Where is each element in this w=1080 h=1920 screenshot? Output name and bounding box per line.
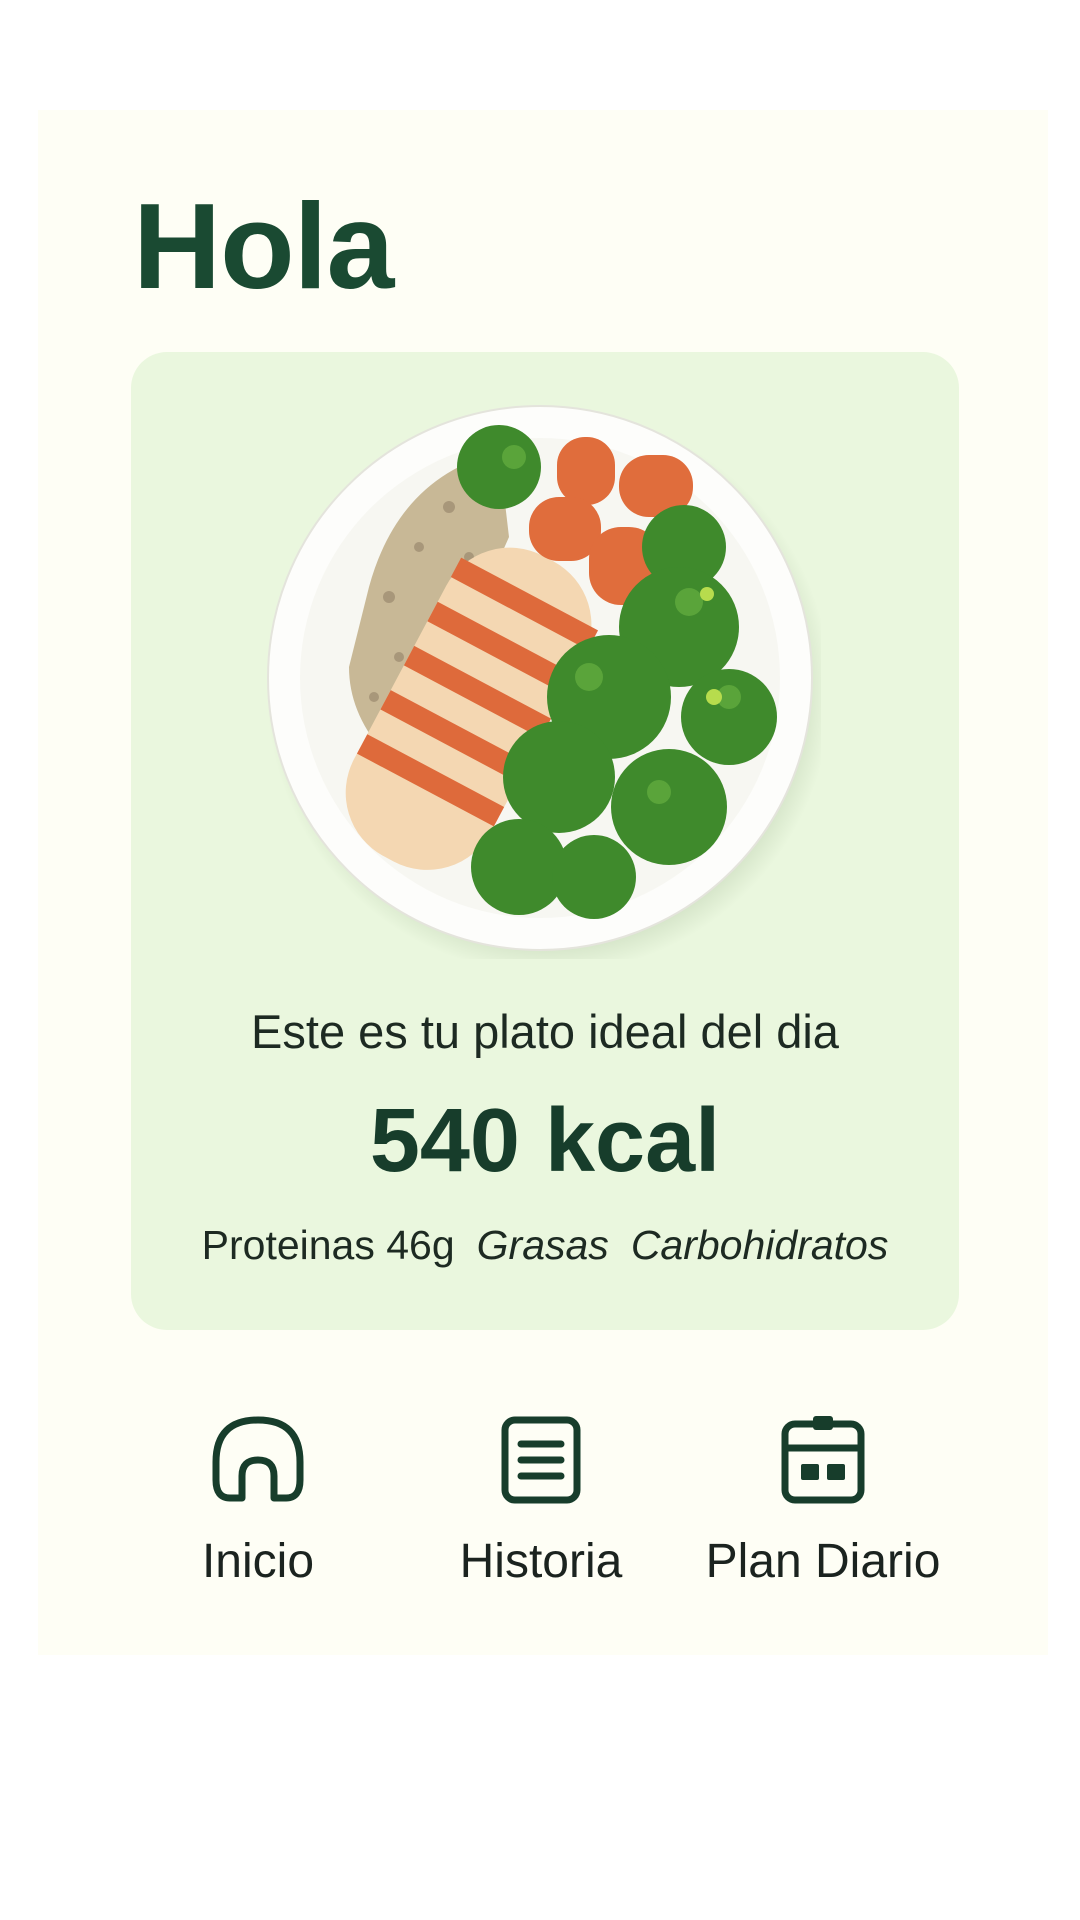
nav-label-plan-diario: Plan Diario (705, 1535, 941, 1588)
carbs-label: Carbohidratos (630, 1222, 889, 1268)
document-icon (501, 1416, 581, 1504)
nav-label-inicio: Inicio (201, 1535, 315, 1588)
nav-label-historia: Historia (459, 1535, 623, 1588)
nav-item-historia[interactable]: Historia (401, 1410, 681, 1589)
calendar-icon (781, 1416, 865, 1504)
app-screen: Hola Este es tu plato ideal del dia 540 … (38, 110, 1048, 1655)
meal-caption: Este es tu plato ideal del dia (251, 1005, 839, 1058)
calories-value: 540 kcal (369, 1091, 721, 1191)
home-icon (212, 1416, 304, 1502)
bottom-navigation: Inicio Historia Plan Diario (38, 1410, 1048, 1610)
greeting-title: Hola (133, 178, 394, 314)
macros-row: Proteinas 46g Grasas Carbohidratos (131, 1222, 959, 1269)
fats-label: Grasas (476, 1222, 609, 1268)
protein-label: Proteinas 46g (201, 1222, 455, 1268)
meal-card[interactable]: Este es tu plato ideal del dia 540 kcal … (131, 352, 959, 1330)
meal-image (259, 397, 831, 974)
nav-item-plan-diario[interactable]: Plan Diario (683, 1410, 963, 1589)
nav-item-inicio[interactable]: Inicio (118, 1410, 398, 1589)
